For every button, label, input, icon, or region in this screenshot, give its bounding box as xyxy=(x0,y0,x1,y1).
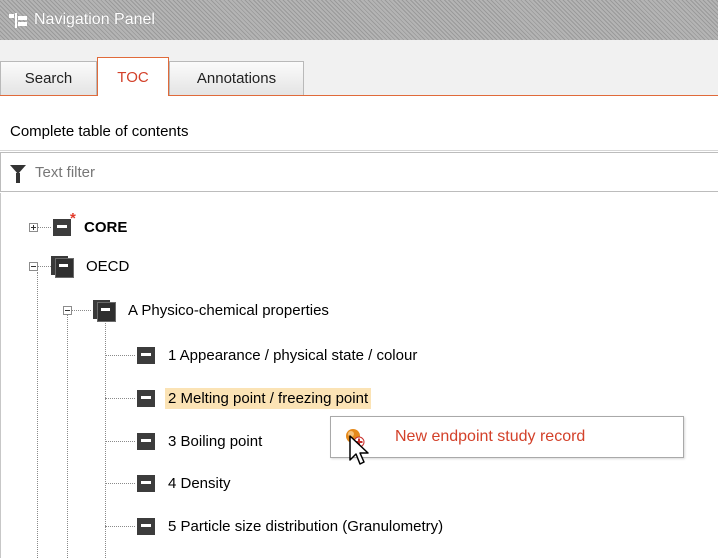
tree-node-label: 5 Particle size distribution (Granulomet… xyxy=(168,517,444,535)
tree-connector-line xyxy=(37,272,38,558)
toc-subheader-label: Complete table of contents xyxy=(10,123,189,140)
tree-connector-line xyxy=(105,321,106,558)
collapse-section-a-toggle[interactable] xyxy=(63,306,72,315)
document-icon xyxy=(135,387,157,409)
filter-funnel-icon xyxy=(10,165,26,183)
tree-node-core[interactable]: * CORE xyxy=(51,210,130,240)
tree-connector-line xyxy=(38,227,51,228)
tab-search[interactable]: Search xyxy=(0,61,97,95)
navigation-panel-icon xyxy=(8,10,28,30)
tree-node-label: CORE xyxy=(84,218,128,236)
tree-connector-line xyxy=(105,526,135,527)
text-filter-input[interactable] xyxy=(35,161,635,183)
tree-node-item[interactable]: 1 Appearance / physical state / colour xyxy=(135,342,420,368)
expand-core-toggle[interactable] xyxy=(29,223,38,232)
toc-subheader: Complete table of contents xyxy=(0,96,718,151)
tree-node-label: 2 Melting point / freezing point xyxy=(165,387,372,409)
tree-node-label: OECD xyxy=(86,257,130,275)
menu-item-label: New endpoint study record xyxy=(395,428,586,445)
tree-connector-line xyxy=(67,313,68,558)
text-filter-bar xyxy=(0,152,718,192)
tree-connector-line xyxy=(105,355,135,356)
tree-node-label: 3 Boiling point xyxy=(168,432,263,450)
tree-node-section-a[interactable]: A Physico-chemical properties xyxy=(93,297,332,323)
tree-node-label: A Physico-chemical properties xyxy=(128,301,329,319)
document-icon xyxy=(135,472,157,494)
tree-connector-line xyxy=(105,441,135,442)
mouse-cursor-icon xyxy=(349,435,369,465)
panel-titlebar: Navigation Panel xyxy=(0,0,718,40)
new-endpoint-study-record-menu-item[interactable]: New endpoint study record xyxy=(330,416,684,458)
tree-connector-line xyxy=(105,483,135,484)
tree-node-label: 4 Density xyxy=(168,474,231,492)
folder-icon xyxy=(93,298,117,322)
folder-icon xyxy=(51,254,75,278)
tree-node-item[interactable]: 5 Particle size distribution (Granulomet… xyxy=(135,513,446,539)
tree-node-item-selected[interactable]: 2 Melting point / freezing point xyxy=(135,385,372,411)
tree-node-item[interactable]: 4 Density xyxy=(135,470,234,496)
tree-connector-line xyxy=(71,310,91,311)
toc-tree: * CORE OECD A Physico-chemical propertie… xyxy=(0,193,718,558)
collapse-oecd-toggle[interactable] xyxy=(29,262,38,271)
document-icon xyxy=(135,515,157,537)
tree-node-oecd[interactable]: OECD xyxy=(51,253,132,279)
tab-toc[interactable]: TOC xyxy=(97,57,169,96)
required-asterisk-icon: * xyxy=(70,210,76,227)
document-icon xyxy=(135,430,157,452)
tree-connector-line xyxy=(38,266,51,267)
document-icon xyxy=(135,344,157,366)
tree-connector-line xyxy=(105,398,135,399)
tree-node-label: 1 Appearance / physical state / colour xyxy=(168,346,418,364)
document-icon: * xyxy=(51,210,76,238)
panel-title: Navigation Panel xyxy=(34,11,155,28)
tree-node-item[interactable]: 3 Boiling point xyxy=(135,428,265,454)
tab-annotations[interactable]: Annotations xyxy=(169,61,304,95)
